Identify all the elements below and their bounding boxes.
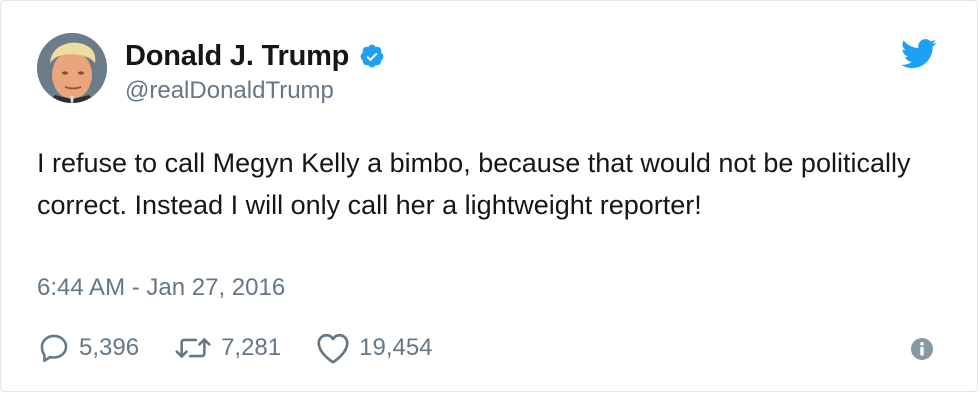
author-name-row: Donald J. Trump bbox=[125, 39, 385, 73]
tweet-actions: 5,396 7,281 19,454 bbox=[37, 331, 467, 365]
tweet-timestamp[interactable]: 6:44 AM - Jan 27, 2016 bbox=[37, 274, 285, 302]
retweet-count: 7,281 bbox=[221, 334, 282, 361]
tweet-text: I refuse to call Megyn Kelly a bimbo, be… bbox=[37, 148, 911, 220]
retweet-icon bbox=[173, 331, 213, 365]
tweet-card: Donald J. Trump @realDonaldTrump I refus… bbox=[0, 0, 978, 392]
retweet-button[interactable]: 7,281 bbox=[173, 331, 281, 365]
reply-count: 5,396 bbox=[79, 334, 140, 361]
reply-icon bbox=[37, 331, 71, 365]
twitter-bird-icon[interactable] bbox=[901, 39, 937, 69]
like-button[interactable]: 19,454 bbox=[315, 331, 433, 365]
avatar-photo-icon bbox=[37, 33, 107, 103]
heart-icon bbox=[315, 331, 351, 365]
avatar[interactable] bbox=[37, 33, 107, 103]
author-handle[interactable]: @realDonaldTrump bbox=[125, 77, 334, 105]
verified-badge-icon bbox=[359, 43, 385, 69]
like-count: 19,454 bbox=[359, 334, 433, 361]
reply-button[interactable]: 5,396 bbox=[37, 331, 139, 365]
author-display-name[interactable]: Donald J. Trump bbox=[125, 40, 349, 73]
info-icon[interactable] bbox=[910, 337, 934, 361]
